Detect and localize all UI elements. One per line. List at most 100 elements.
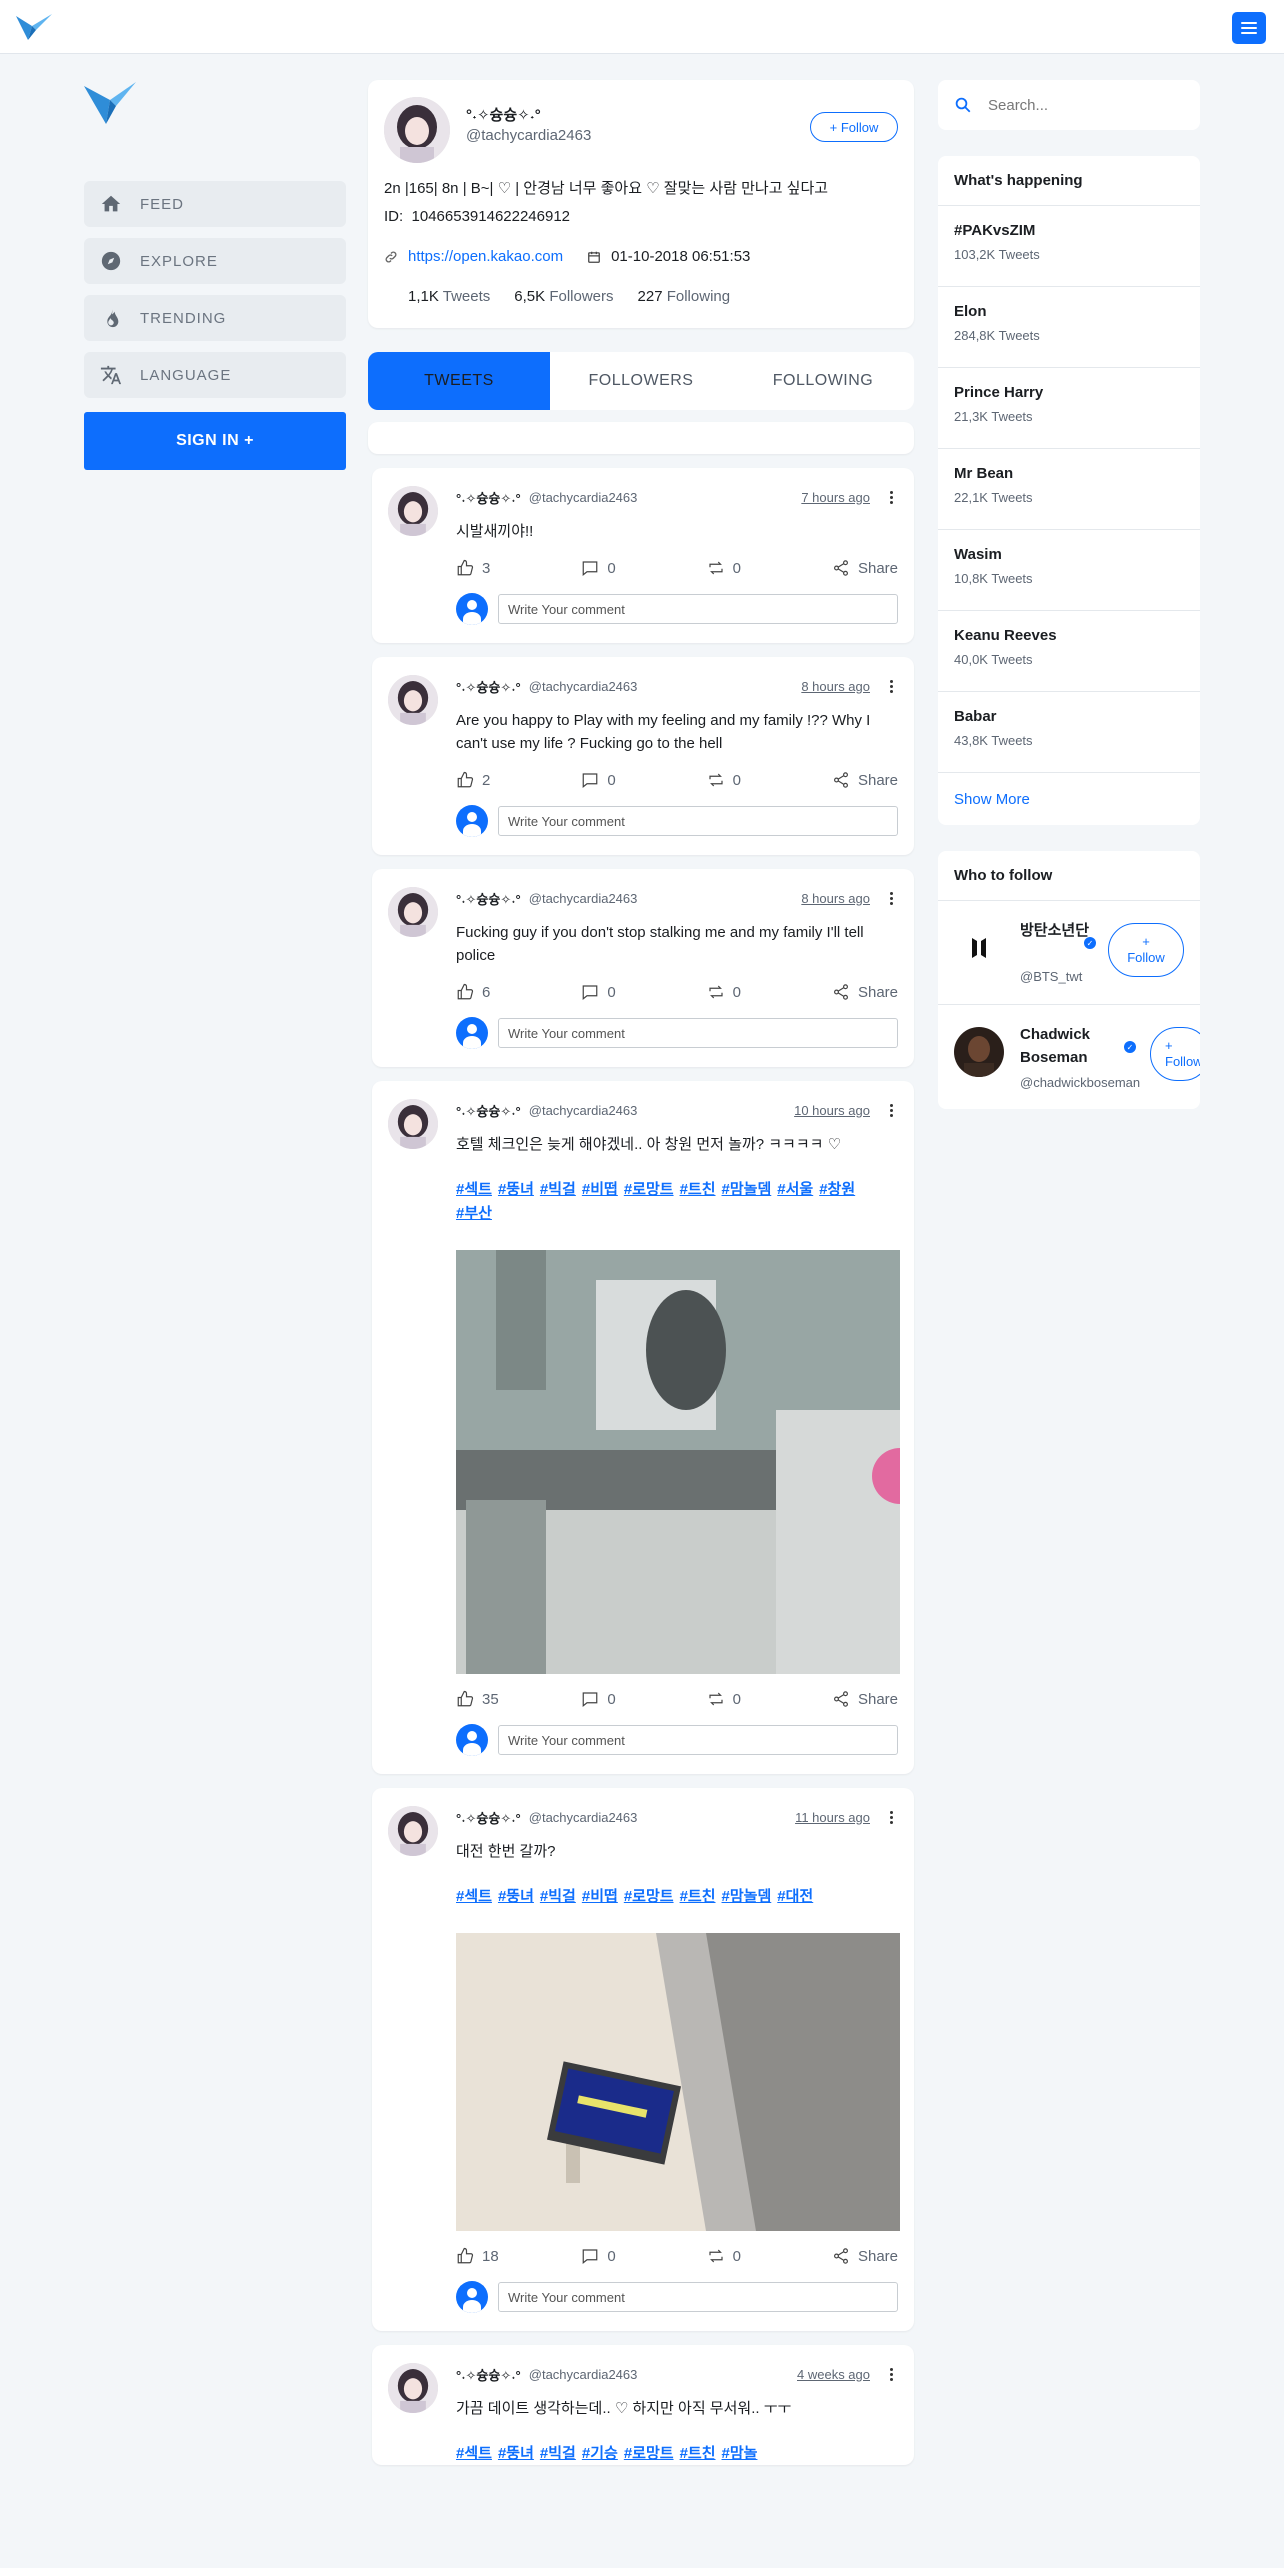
- tweet-author-name[interactable]: °˖✧슝슝✧˖°: [456, 677, 521, 696]
- comment-input[interactable]: [498, 1018, 898, 1048]
- comment-button[interactable]: 0: [581, 771, 706, 789]
- share-button[interactable]: Share: [832, 983, 898, 1001]
- retweet-button[interactable]: 0: [707, 2247, 832, 2265]
- nav-item-trending[interactable]: TRENDING: [84, 295, 346, 341]
- more-options-icon[interactable]: [884, 890, 898, 906]
- trend-item[interactable]: Wasim 10,8K Tweets: [938, 530, 1200, 611]
- hashtag-link[interactable]: #빅걸: [540, 1888, 576, 1905]
- tweet-time[interactable]: 8 hours ago: [801, 891, 870, 906]
- follow-button[interactable]: + Follow: [1150, 1027, 1200, 1081]
- hashtag-link[interactable]: #서울: [777, 1181, 813, 1198]
- more-options-icon[interactable]: [884, 1809, 898, 1825]
- tweet-time[interactable]: 11 hours ago: [795, 1810, 870, 1825]
- comment-input[interactable]: [498, 1725, 898, 1755]
- hashtag-link[interactable]: #창원: [819, 1181, 855, 1198]
- tweet-avatar[interactable]: [388, 486, 438, 536]
- hashtag-link[interactable]: #뚱녀: [498, 2445, 534, 2462]
- profile-link[interactable]: https://open.kakao.com: [408, 248, 563, 265]
- hashtag-link[interactable]: #뚱녀: [498, 1181, 534, 1198]
- like-button[interactable]: 2: [456, 771, 581, 789]
- trend-item[interactable]: Elon 284,8K Tweets: [938, 287, 1200, 368]
- like-button[interactable]: 35: [456, 1690, 581, 1708]
- nav-item-explore[interactable]: EXPLORE: [84, 238, 346, 284]
- tweet-avatar[interactable]: [388, 1099, 438, 1149]
- tweet-author-handle[interactable]: @tachycardia2463: [529, 891, 638, 906]
- tweet-avatar[interactable]: [388, 675, 438, 725]
- comment-button[interactable]: 0: [581, 1690, 706, 1708]
- more-options-icon[interactable]: [884, 2366, 898, 2382]
- tweet-author-handle[interactable]: @tachycardia2463: [529, 490, 638, 505]
- tweet-author-name[interactable]: °˖✧슝슝✧˖°: [456, 1808, 521, 1827]
- hashtag-link[interactable]: #트친: [680, 1888, 716, 1905]
- share-button[interactable]: Share: [832, 2247, 898, 2265]
- hashtag-link[interactable]: #빅걸: [540, 2445, 576, 2462]
- follow-button[interactable]: + Follow: [810, 112, 898, 142]
- tweet-time[interactable]: 8 hours ago: [801, 679, 870, 694]
- hashtag-link[interactable]: #대전: [777, 1888, 813, 1905]
- suggestion-name[interactable]: Chadwick Boseman: [1020, 1023, 1110, 1069]
- hashtag-link[interactable]: #부산: [456, 1205, 492, 1222]
- tab-followers[interactable]: FOLLOWERS: [550, 352, 732, 410]
- hashtag-link[interactable]: #비떱: [582, 1888, 618, 1905]
- hashtag-link[interactable]: #맘놀: [722, 2445, 758, 2462]
- comment-input[interactable]: [498, 806, 898, 836]
- search-input[interactable]: [988, 96, 1168, 114]
- hashtag-link[interactable]: #섹트: [456, 1888, 492, 1905]
- retweet-button[interactable]: 0: [707, 983, 832, 1001]
- tweet-avatar[interactable]: [388, 2363, 438, 2413]
- nav-item-language[interactable]: LANGUAGE: [84, 352, 346, 398]
- more-options-icon[interactable]: [884, 1102, 898, 1118]
- brand-logo-icon[interactable]: [84, 80, 138, 126]
- hashtag-link[interactable]: #비떱: [582, 1181, 618, 1198]
- trend-item[interactable]: Prince Harry 21,3K Tweets: [938, 368, 1200, 449]
- more-options-icon[interactable]: [884, 678, 898, 694]
- comment-input[interactable]: [498, 594, 898, 624]
- comment-input[interactable]: [498, 2282, 898, 2312]
- sign-in-button[interactable]: SIGN IN +: [84, 412, 346, 470]
- trend-item[interactable]: #PAKvsZIM 103,2K Tweets: [938, 206, 1200, 287]
- like-button[interactable]: 18: [456, 2247, 581, 2265]
- tweet-time[interactable]: 7 hours ago: [801, 490, 870, 505]
- tweet-author-name[interactable]: °˖✧슝슝✧˖°: [456, 1101, 521, 1120]
- hamburger-menu-button[interactable]: [1232, 12, 1266, 44]
- tweet-image[interactable]: [456, 1250, 900, 1674]
- tweet-image[interactable]: [456, 1933, 900, 2231]
- hashtag-link[interactable]: #로망트: [624, 1181, 674, 1198]
- tweet-avatar[interactable]: [388, 1806, 438, 1856]
- trend-item[interactable]: Keanu Reeves 40,0K Tweets: [938, 611, 1200, 692]
- hashtag-link[interactable]: #섹트: [456, 2445, 492, 2462]
- suggestion-avatar[interactable]: [954, 923, 1004, 973]
- tweet-avatar[interactable]: [388, 887, 438, 937]
- hashtag-link[interactable]: #로망트: [624, 1888, 674, 1905]
- like-button[interactable]: 6: [456, 983, 581, 1001]
- more-options-icon[interactable]: [884, 489, 898, 505]
- comment-button[interactable]: 0: [581, 559, 706, 577]
- tweet-time[interactable]: 4 weeks ago: [797, 2367, 870, 2382]
- nav-item-feed[interactable]: FEED: [84, 181, 346, 227]
- hashtag-link[interactable]: #로망트: [624, 2445, 674, 2462]
- profile-avatar[interactable]: [384, 97, 450, 163]
- hashtag-link[interactable]: #뚱녀: [498, 1888, 534, 1905]
- trend-item[interactable]: Mr Bean 22,1K Tweets: [938, 449, 1200, 530]
- retweet-button[interactable]: 0: [707, 559, 832, 577]
- like-button[interactable]: 3: [456, 559, 581, 577]
- hashtag-link[interactable]: #빅걸: [540, 1181, 576, 1198]
- suggestion-name[interactable]: 방탄소년단: [1020, 919, 1090, 942]
- retweet-button[interactable]: 0: [707, 1690, 832, 1708]
- bird-logo-icon[interactable]: [14, 12, 54, 42]
- tweet-author-handle[interactable]: @tachycardia2463: [529, 1103, 638, 1118]
- follow-button[interactable]: + Follow: [1108, 923, 1184, 977]
- following-stat[interactable]: 227 Following: [638, 288, 731, 305]
- tab-following[interactable]: FOLLOWING: [732, 352, 914, 410]
- tweet-author-name[interactable]: °˖✧슝슝✧˖°: [456, 889, 521, 908]
- tweet-author-handle[interactable]: @tachycardia2463: [529, 2367, 638, 2382]
- hashtag-link[interactable]: #맘놀뎀: [722, 1888, 772, 1905]
- followers-stat[interactable]: 6,5K Followers: [514, 288, 613, 305]
- hashtag-link[interactable]: #섹트: [456, 1181, 492, 1198]
- show-more-link[interactable]: Show More: [938, 773, 1200, 825]
- tweet-time[interactable]: 10 hours ago: [794, 1103, 870, 1118]
- trend-item[interactable]: Babar 43,8K Tweets: [938, 692, 1200, 773]
- share-button[interactable]: Share: [832, 559, 898, 577]
- hashtag-link[interactable]: #트친: [680, 2445, 716, 2462]
- comment-button[interactable]: 0: [581, 2247, 706, 2265]
